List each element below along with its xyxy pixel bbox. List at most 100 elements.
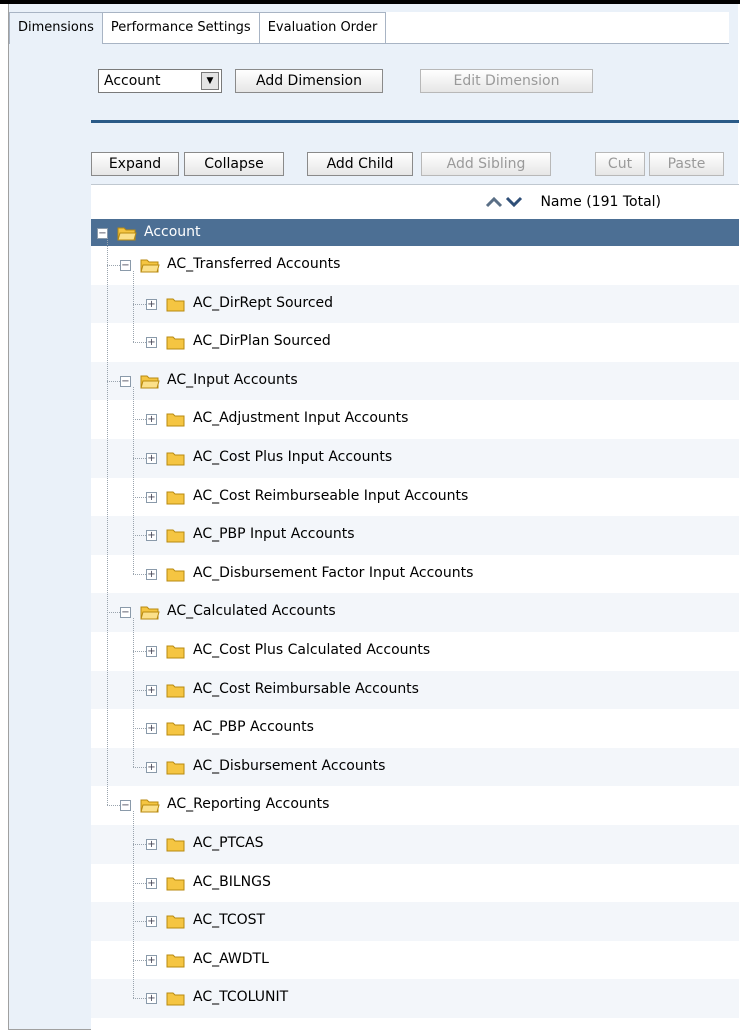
paste-button[interactable]: Paste — [649, 152, 724, 176]
expand-node-icon[interactable]: + — [146, 452, 157, 464]
tree-root-node[interactable]: − Account — [91, 219, 739, 246]
tree-node[interactable]: + AC_TCOST — [91, 902, 739, 941]
expand-node-icon[interactable]: + — [146, 723, 157, 735]
tree-node[interactable]: + AC_TCOLUNIT — [91, 979, 739, 1018]
folder-icon — [166, 877, 185, 890]
collapse-button[interactable]: Collapse — [184, 152, 284, 176]
open-folder-icon — [140, 799, 160, 813]
tree-node[interactable]: + AC_Cost Plus Input Accounts — [91, 438, 739, 478]
add-sibling-button[interactable]: Add Sibling — [421, 152, 551, 176]
tree-node-label: AC_TCOST — [193, 912, 266, 929]
tree-connector — [133, 650, 146, 652]
collapse-node-icon[interactable]: − — [120, 800, 131, 812]
folder-icon — [166, 413, 185, 427]
tab-evaluation-order[interactable]: Evaluation Order — [259, 12, 387, 44]
tree-node-label: AC_Transferred Accounts — [167, 256, 341, 272]
tree-node-label: AC_Disbursement Factor Input Accounts — [193, 564, 474, 581]
tree-guide-line — [133, 618, 134, 767]
tab-bar-filler — [386, 12, 729, 44]
expand-node-icon[interactable]: + — [146, 877, 157, 889]
tree-node[interactable]: + AC_AWDTL — [91, 941, 739, 980]
tree-connector — [107, 380, 120, 382]
tree-node[interactable]: + AC_DirRept Sourced — [91, 284, 739, 324]
tree-node[interactable]: + AC_PBP Input Accounts — [91, 516, 739, 555]
dimension-select[interactable]: Account ▼ — [98, 69, 222, 93]
tree-node[interactable]: + AC_Adjustment Input Accounts — [91, 400, 739, 439]
tree-connector — [133, 342, 146, 344]
tree-connector — [133, 998, 146, 1000]
tab-dimensions[interactable]: Dimensions — [9, 12, 103, 44]
expand-node-icon[interactable]: + — [146, 838, 157, 850]
tree-node-label: AC_Cost Plus Input Accounts — [193, 448, 393, 465]
expand-node-icon[interactable]: + — [146, 298, 157, 310]
tree-node-label: AC_PBP Accounts — [193, 719, 314, 736]
open-folder-icon — [140, 375, 160, 389]
tree-connector — [107, 612, 120, 614]
tree-connector — [133, 689, 146, 691]
dimension-select-value: Account — [104, 73, 161, 89]
add-child-button[interactable]: Add Child — [307, 152, 413, 176]
expand-node-icon[interactable]: + — [146, 916, 157, 928]
tree-node[interactable]: + AC_Cost Reimburseable Input Accounts — [91, 478, 739, 517]
collapse-node-icon[interactable]: − — [120, 260, 131, 271]
tree-guide-line — [133, 386, 134, 574]
expand-node-icon[interactable]: + — [146, 530, 157, 542]
folder-icon — [166, 298, 185, 312]
expand-node-icon[interactable]: + — [146, 568, 157, 580]
tree-node-label: AC_Input Accounts — [167, 371, 298, 388]
cut-button[interactable]: Cut — [595, 152, 645, 176]
folder-icon — [166, 491, 185, 505]
expand-node-icon[interactable]: + — [146, 993, 157, 1005]
tree-connector — [133, 419, 146, 421]
folder-icon — [166, 684, 185, 698]
folder-icon — [166, 838, 185, 852]
tree-node[interactable]: − AC_Reporting Accounts — [91, 786, 739, 825]
expand-node-icon[interactable]: + — [146, 684, 157, 696]
folder-icon — [166, 452, 185, 466]
tree-node[interactable]: − AC_Transferred Accounts — [91, 246, 739, 285]
tree-node-label: AC_Reporting Accounts — [167, 796, 330, 813]
tree-guide-line — [133, 811, 134, 999]
folder-icon — [166, 992, 185, 1006]
tree-connector — [133, 959, 146, 961]
expand-node-icon[interactable]: + — [146, 761, 157, 773]
expand-node-icon[interactable]: + — [146, 954, 157, 966]
add-dimension-button[interactable]: Add Dimension — [235, 69, 383, 93]
sort-controls — [484, 195, 524, 209]
sort-descending-icon[interactable] — [504, 195, 524, 209]
folder-icon — [166, 761, 185, 775]
open-folder-icon — [140, 606, 160, 620]
tree-node[interactable]: + AC_Cost Plus Calculated Accounts — [91, 632, 739, 671]
tree-node[interactable]: − AC_Input Accounts — [91, 361, 739, 401]
section-divider — [91, 120, 739, 123]
tree-node[interactable]: − AC_Calculated Accounts — [91, 593, 739, 632]
chevron-down-icon[interactable]: ▼ — [201, 72, 219, 90]
tree-node[interactable]: + AC_DirPlan Sourced — [91, 323, 739, 362]
sort-ascending-icon[interactable] — [484, 195, 504, 209]
tree-node[interactable]: + AC_PBP Accounts — [91, 709, 739, 748]
tree-node-label: AC_TCOLUNIT — [193, 989, 289, 1006]
expand-node-icon[interactable]: + — [146, 414, 157, 426]
folder-icon — [166, 529, 185, 543]
collapse-node-icon[interactable]: − — [120, 607, 131, 619]
collapse-node-icon[interactable]: − — [120, 375, 131, 387]
expand-button[interactable]: Expand — [91, 152, 179, 176]
tree-node[interactable]: + AC_PTCAS — [91, 824, 739, 864]
tab-performance-settings[interactable]: Performance Settings — [102, 12, 260, 44]
tree-node[interactable]: + AC_Disbursement Factor Input Accounts — [91, 555, 739, 594]
tree-connector — [133, 921, 146, 923]
tree-node[interactable]: + AC_Cost Reimbursable Accounts — [91, 670, 739, 710]
expand-node-icon[interactable]: + — [146, 337, 157, 349]
expand-node-icon[interactable]: + — [146, 645, 157, 657]
tree-node[interactable]: + AC_BILNGS — [91, 864, 739, 903]
edit-dimension-button[interactable]: Edit Dimension — [420, 69, 593, 93]
tree-node-label: AC_Disbursement Accounts — [193, 757, 386, 774]
tree-node[interactable]: + AC_Disbursement Accounts — [91, 747, 739, 787]
tree-connector — [133, 766, 146, 768]
folder-icon — [166, 568, 185, 582]
tree-connector — [133, 457, 146, 459]
tab-bar: Dimensions Performance Settings Evaluati… — [9, 12, 729, 44]
expand-node-icon[interactable]: + — [146, 491, 157, 503]
tree-node-label: AC_AWDTL — [193, 950, 269, 967]
tree-node-label: AC_Calculated Accounts — [167, 603, 336, 620]
